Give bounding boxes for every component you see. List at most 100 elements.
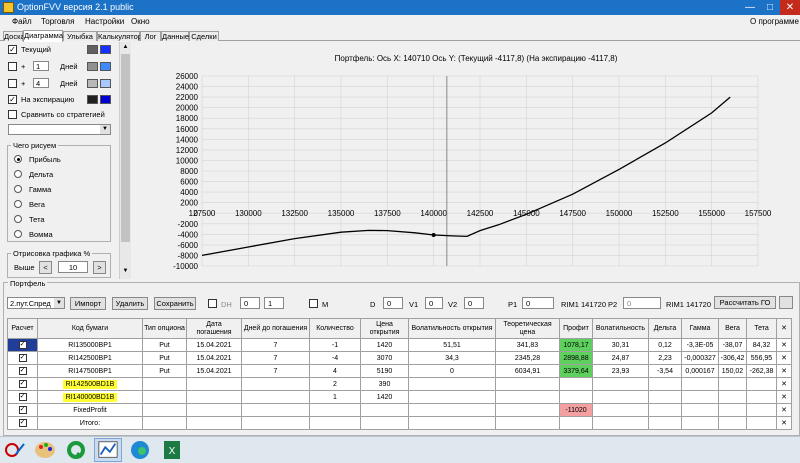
calc-checkbox-cell[interactable]: ✓ <box>7 390 38 404</box>
calc-checkbox[interactable]: ✓ <box>18 419 27 427</box>
dh-input-2[interactable]: 1 <box>264 297 284 309</box>
close-button[interactable]: ✕ <box>780 0 800 15</box>
col-header[interactable]: Профит <box>559 318 593 339</box>
radio-delta[interactable] <box>14 170 22 178</box>
current-color-swatch[interactable] <box>87 45 98 54</box>
calc-checkbox-cell[interactable]: ✓ <box>7 364 38 378</box>
strategy-compare-select[interactable]: ▼ <box>8 124 111 135</box>
calc-checkbox[interactable]: ✓ <box>18 406 27 414</box>
col-header[interactable]: Расчет <box>7 318 38 339</box>
table-row[interactable]: ✓ Итого: ✕ <box>7 416 792 430</box>
paint-tool-icon[interactable] <box>2 438 30 462</box>
col-header[interactable]: Код бумаги <box>37 318 143 339</box>
delete-row-icon[interactable]: ✕ <box>776 416 792 430</box>
col-header[interactable]: Тета <box>746 318 777 339</box>
dh-checkbox[interactable] <box>208 299 217 308</box>
days2-checkbox[interactable] <box>8 79 17 88</box>
delete-row-icon[interactable]: ✕ <box>776 390 792 404</box>
col-header[interactable]: Волатильность <box>592 318 649 339</box>
strategy-select[interactable]: 2.пут.Спред ▼ <box>7 297 65 309</box>
radio-theta[interactable] <box>14 215 22 223</box>
days1-input[interactable]: 1 <box>33 61 49 71</box>
d-input[interactable]: 0 <box>383 297 403 309</box>
table-row[interactable]: ✓ RI140000BD1B 1 1420 ✕ <box>7 390 792 404</box>
col-header[interactable]: Количество <box>309 318 361 339</box>
col-header[interactable]: Дней до погашения <box>241 318 310 339</box>
v2-input[interactable]: 0 <box>464 297 484 309</box>
col-header[interactable]: Теоретическая цена <box>495 318 560 339</box>
current-checkbox[interactable]: ✓ <box>8 45 17 54</box>
calc-checkbox[interactable]: ✓ <box>18 380 27 388</box>
table-row[interactable]: ✓ RI142500BP1 Put 15.04.2021 7 -4 3070 34,3 2345… <box>7 351 792 365</box>
calc-checkbox[interactable]: ✓ <box>18 341 27 349</box>
table-row[interactable]: ✓ RI147500BP1 Put 15.04.2021 7 4 5190 0 6034,91 3… <box>7 364 792 378</box>
tab-smile[interactable]: Улыбка <box>63 31 97 41</box>
radio-profit[interactable] <box>14 155 22 163</box>
tab-log[interactable]: Лог <box>140 31 161 41</box>
p2-input[interactable]: 0 <box>623 297 661 309</box>
days1-color-swatch[interactable] <box>87 62 98 71</box>
expiry-color2-swatch[interactable] <box>100 95 111 104</box>
menu-trade[interactable]: Торговля <box>41 17 74 26</box>
collapse-button[interactable] <box>779 296 793 309</box>
calc-checkbox[interactable]: ✓ <box>18 354 27 362</box>
step-input[interactable]: 10 <box>58 261 88 273</box>
col-header[interactable]: Дельта <box>648 318 682 339</box>
step-increase-button[interactable]: > <box>93 261 106 274</box>
menu-file[interactable]: Файл <box>12 17 32 26</box>
delete-row-icon[interactable]: ✕ <box>776 403 792 417</box>
scroll-down-icon[interactable]: ▼ <box>121 268 130 276</box>
delete-row-icon[interactable]: ✕ <box>776 377 792 391</box>
calc-checkbox-cell[interactable]: ✓ <box>7 338 38 352</box>
tab-deals[interactable]: Сделки <box>189 31 219 41</box>
import-button[interactable]: Импорт <box>70 297 106 310</box>
expiry-color-swatch[interactable] <box>87 95 98 104</box>
calc-checkbox-cell[interactable]: ✓ <box>7 351 38 365</box>
radio-gamma[interactable] <box>14 185 22 193</box>
step-decrease-button[interactable]: < <box>39 261 52 274</box>
compare-checkbox[interactable] <box>8 110 17 119</box>
v1-input[interactable]: 0 <box>425 297 443 309</box>
days1-checkbox[interactable] <box>8 62 17 71</box>
maximize-button[interactable]: □ <box>760 0 780 15</box>
col-header[interactable]: Тип опциона <box>142 318 187 339</box>
quik-icon[interactable] <box>62 438 90 462</box>
delete-button[interactable]: Удалить <box>112 297 148 310</box>
save-button[interactable]: Сохранить <box>154 297 196 310</box>
menu-about[interactable]: О программе <box>750 17 799 26</box>
days2-color2-swatch[interactable] <box>100 79 111 88</box>
excel-icon[interactable]: X <box>158 438 186 462</box>
scroll-thumb[interactable] <box>121 54 130 242</box>
days1-color2-swatch[interactable] <box>100 62 111 71</box>
calc-checkbox-cell[interactable]: ✓ <box>7 416 38 430</box>
tab-board[interactable]: Доска <box>3 31 25 41</box>
calc-checkbox-cell[interactable]: ✓ <box>7 377 38 391</box>
col-header[interactable]: Дата погашения <box>186 318 242 339</box>
m-checkbox[interactable] <box>309 299 318 308</box>
col-header[interactable]: Волатильность открытия <box>408 318 496 339</box>
calc-margin-button[interactable]: Рассчитать ГО <box>714 296 776 309</box>
left-panel-scrollbar[interactable]: ▲ ▼ <box>119 42 131 279</box>
tab-calculator[interactable]: Калькулятор <box>97 31 142 41</box>
scroll-up-icon[interactable]: ▲ <box>121 44 130 52</box>
table-row[interactable]: ✓ RI142500BD1B 2 390 ✕ <box>7 377 792 391</box>
col-header[interactable]: Вега <box>718 318 747 339</box>
col-header[interactable]: Цена открытия <box>360 318 409 339</box>
calc-checkbox[interactable]: ✓ <box>18 393 27 401</box>
delete-row-icon[interactable]: ✕ <box>776 351 792 365</box>
radio-vomma[interactable] <box>14 230 22 238</box>
calc-checkbox[interactable]: ✓ <box>18 367 27 375</box>
days2-color-swatch[interactable] <box>87 79 98 88</box>
radio-vega[interactable] <box>14 200 22 208</box>
palette-icon[interactable] <box>31 438 59 462</box>
days2-input[interactable]: 4 <box>33 78 49 88</box>
col-header[interactable]: Гамма <box>681 318 719 339</box>
delete-row-icon[interactable]: ✕ <box>776 364 792 378</box>
p1-input[interactable]: 0 <box>522 297 554 309</box>
current-expiry-color-swatch[interactable] <box>100 45 111 54</box>
tab-diagram[interactable]: Диаграмма <box>23 30 63 42</box>
table-row[interactable]: ✓ FixedProfit -11020 ✕ <box>7 403 792 417</box>
dh-input-1[interactable]: 0 <box>240 297 260 309</box>
table-row[interactable]: ✓ RI135000BP1 Put 15.04.2021 7 -1 1420 51,51 341… <box>7 338 792 352</box>
calc-checkbox-cell[interactable]: ✓ <box>7 403 38 417</box>
